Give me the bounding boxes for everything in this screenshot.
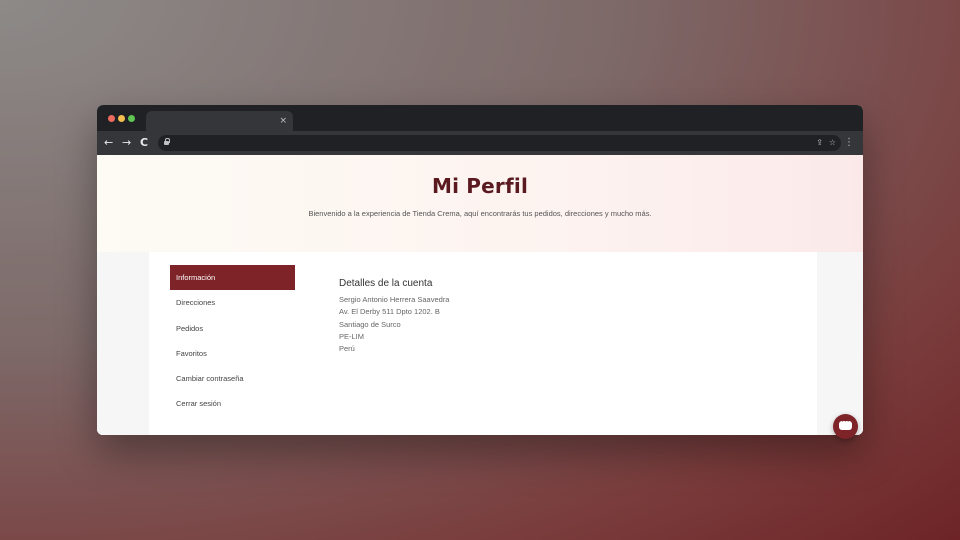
account-details: Detalles de la cuenta Sergio Antonio Her… xyxy=(339,278,449,355)
profile-hero: Mi Perfil Bienvenido a la experiencia de… xyxy=(97,155,863,252)
share-icon[interactable]: ⇪ xyxy=(816,136,823,150)
account-region: PE-LIM xyxy=(339,331,365,341)
sidebar-item-informacion[interactable]: Información xyxy=(170,265,295,291)
page-title: Mi Perfil xyxy=(431,174,529,198)
account-name: Sergio Antonio Herrera Saavedra xyxy=(339,295,450,304)
sidebar-item-pedidos[interactable]: Pedidos xyxy=(170,316,295,341)
right-gutter xyxy=(817,252,863,435)
forward-icon[interactable]: → xyxy=(122,135,131,151)
page-subtitle: Bienvenido a la experiencia de Tienda Cr… xyxy=(308,209,652,218)
reload-icon[interactable]: C xyxy=(140,135,148,151)
minimize-window-icon[interactable] xyxy=(118,115,125,122)
browser-toolbar: ← → C ⇪ ☆ ⋮ xyxy=(97,131,863,155)
sidebar-item-favoritos[interactable]: Favoritos xyxy=(170,341,295,366)
bookmark-star-icon[interactable]: ☆ xyxy=(829,136,836,150)
chat-icon xyxy=(839,417,852,430)
left-gutter xyxy=(97,252,149,435)
back-icon[interactable]: ← xyxy=(104,135,113,151)
account-country: Perú xyxy=(339,344,355,354)
sidebar-item-cerrar-sesion[interactable]: Cerrar sesión xyxy=(170,391,295,416)
browser-tab[interactable]: × xyxy=(146,111,293,131)
account-address: Av. El Derby 511 Dpto 1202. B xyxy=(339,307,440,317)
account-district: Santiago de Surco xyxy=(339,319,401,329)
sidebar-item-direcciones[interactable]: Direcciones xyxy=(170,290,295,315)
address-bar[interactable]: ⇪ ☆ xyxy=(158,135,841,151)
close-window-icon[interactable] xyxy=(108,115,115,122)
browser-window: × ← → C ⇪ ☆ ⋮ Mi Perfil Bienvenido a la … xyxy=(97,105,863,435)
profile-main: Información Direcciones Pedidos Favorito… xyxy=(97,252,863,435)
browser-titlebar: × xyxy=(97,105,863,131)
page-content: Mi Perfil Bienvenido a la experiencia de… xyxy=(97,155,863,435)
sidebar-item-cambiar-contrasena[interactable]: Cambiar contraseña xyxy=(170,366,295,391)
lock-icon xyxy=(164,138,170,145)
account-sidebar: Información Direcciones Pedidos Favorito… xyxy=(170,265,295,417)
maximize-window-icon[interactable] xyxy=(128,115,135,122)
chat-button[interactable] xyxy=(833,414,858,439)
account-details-title: Detalles de la cuenta xyxy=(339,278,433,289)
tab-close-icon[interactable]: × xyxy=(279,114,287,128)
browser-menu-icon[interactable]: ⋮ xyxy=(844,135,854,151)
